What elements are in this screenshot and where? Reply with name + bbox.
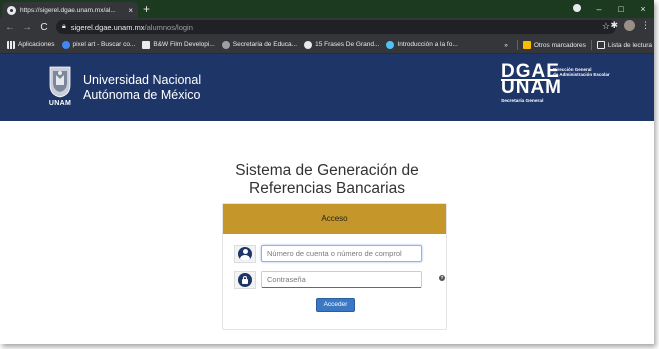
browser-window: https://sigerel.dgae.unam.mx/al... × + –… xyxy=(0,0,654,344)
browser-tab[interactable]: https://sigerel.dgae.unam.mx/al... × xyxy=(2,2,138,18)
dgae-unam-text: UNAM xyxy=(501,77,562,98)
lock-icon xyxy=(234,271,256,289)
bookmarks-bar: Aplicaciones pixel art - Buscar co... B&… xyxy=(0,36,654,54)
reading-list-icon xyxy=(596,41,605,49)
password-row: ? xyxy=(234,271,445,289)
bookmark-star-icon[interactable]: ☆ xyxy=(602,21,610,32)
bookmark-item[interactable]: B&W Film Developi... xyxy=(142,40,215,49)
address-bar[interactable]: 🔒︎ sigerel.dgae.unam.mx/alumnos/login ☆ xyxy=(56,20,616,34)
bird-icon xyxy=(386,40,395,49)
toolbar-actions: ✱ ⋮ xyxy=(610,20,650,33)
university-name-line1: Universidad Nacional xyxy=(83,73,202,87)
bookmarks-overflow-button[interactable]: » xyxy=(504,42,508,49)
page-content: UNAM Universidad Nacional Autónoma de Mé… xyxy=(0,54,654,344)
film-icon xyxy=(142,40,151,49)
bookmark-label: pixel art - Buscar co... xyxy=(72,41,136,48)
lock-icon: 🔒︎ xyxy=(62,23,66,30)
account-number-input[interactable] xyxy=(261,245,422,262)
apps-grid-icon xyxy=(7,40,15,49)
separator xyxy=(516,40,518,50)
password-input[interactable] xyxy=(261,271,422,288)
folder-icon xyxy=(522,41,531,49)
browser-toolbar: ← → C 🔒︎ sigerel.dgae.unam.mx/alumnos/lo… xyxy=(0,18,654,36)
bookmark-item[interactable]: Aplicaciones xyxy=(7,40,55,49)
login-card-header: Acceso xyxy=(223,204,446,234)
bookmark-label: B&W Film Developi... xyxy=(153,41,215,48)
tab-close-icon[interactable]: × xyxy=(128,6,133,15)
page-title-line1: Sistema de Generación de xyxy=(235,162,419,179)
user-icon xyxy=(234,245,256,263)
university-name-line2: Autónoma de México xyxy=(83,88,201,102)
acceder-button[interactable]: Acceder xyxy=(316,298,355,312)
bookmark-label: 15 Frases De Grand... xyxy=(315,41,380,48)
other-bookmarks[interactable]: Otros marcadores xyxy=(522,41,586,49)
help-question-icon[interactable]: ? xyxy=(439,275,445,281)
window-controls: – □ × xyxy=(566,0,654,18)
page-title-line2: Referencias Bancarias xyxy=(249,180,405,197)
login-card: Acceso ? Acceder xyxy=(222,203,447,330)
new-tab-button[interactable]: + xyxy=(143,2,150,16)
reading-list[interactable]: Lista de lectura xyxy=(596,41,652,49)
bookmarks-right: » Otros marcadores Lista de lectura xyxy=(504,36,652,54)
record-indicator-icon xyxy=(566,4,588,14)
favicon-icon xyxy=(7,5,16,15)
url-host: sigerel.dgae.unam.mx xyxy=(70,22,145,32)
minimize-button[interactable]: – xyxy=(588,4,610,14)
tab-strip: https://sigerel.dgae.unam.mx/al... × + –… xyxy=(0,0,654,18)
dgae-subtitle-2: de Administración Escolar xyxy=(553,72,610,77)
close-window-button[interactable]: × xyxy=(632,4,654,14)
quote-icon xyxy=(304,40,313,49)
unam-shield-logo xyxy=(49,66,71,98)
sep-icon xyxy=(221,40,230,49)
extensions-icon[interactable]: ✱ xyxy=(610,20,618,33)
url-path: /alumnos/login xyxy=(144,22,193,32)
google-icon xyxy=(61,40,70,49)
tab-title: https://sigerel.dgae.unam.mx/al... xyxy=(20,6,116,14)
site-header: UNAM Universidad Nacional Autónoma de Mé… xyxy=(0,54,654,121)
bookmark-item[interactable]: Introducción a la fo... xyxy=(386,40,458,49)
secretaria-general-text: Secretaría General xyxy=(501,99,544,104)
unam-logo-text: UNAM xyxy=(48,100,72,107)
reload-button[interactable]: C xyxy=(37,22,51,33)
back-button[interactable]: ← xyxy=(3,22,17,33)
bookmark-label: Secretaria de Educa... xyxy=(232,41,298,48)
menu-kebab-icon[interactable]: ⋮ xyxy=(641,20,650,33)
forward-button[interactable]: → xyxy=(20,22,34,33)
bookmark-label: Introducción a la fo... xyxy=(397,41,458,48)
bookmark-item[interactable]: pixel art - Buscar co... xyxy=(61,40,136,49)
bookmark-item[interactable]: 15 Frases De Grand... xyxy=(304,40,380,49)
separator xyxy=(590,40,592,50)
profile-avatar[interactable] xyxy=(624,20,635,33)
dgae-logo: DGAE UNAM Dirección General de Administr… xyxy=(501,62,641,112)
reading-list-label: Lista de lectura xyxy=(607,41,652,49)
bookmark-item[interactable]: Secretaria de Educa... xyxy=(221,40,298,49)
maximize-button[interactable]: □ xyxy=(610,4,632,14)
bookmark-label: Aplicaciones xyxy=(18,41,55,48)
other-bookmarks-label: Otros marcadores xyxy=(533,41,586,49)
username-row xyxy=(234,245,434,263)
